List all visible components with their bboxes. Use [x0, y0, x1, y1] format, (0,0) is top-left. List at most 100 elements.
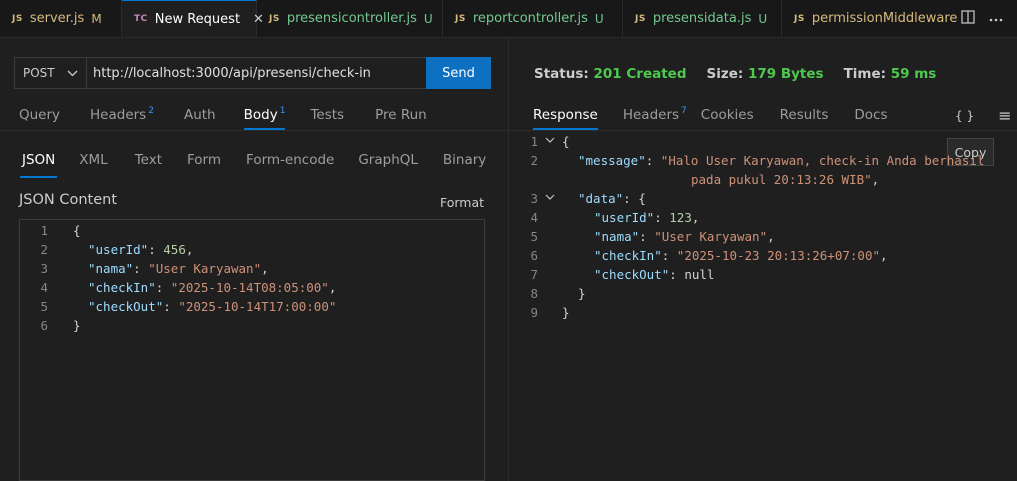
- tab-git-status: U: [758, 11, 768, 26]
- time-info: Time: 59 ms: [843, 66, 937, 82]
- line-number: 9: [530, 305, 538, 320]
- tab-reportcontroller-js[interactable]: JS reportcontroller.js U: [443, 0, 623, 37]
- headers-count-badge: 2: [148, 106, 154, 116]
- send-button[interactable]: Send: [426, 57, 491, 89]
- line-number: 3: [530, 191, 538, 206]
- js-file-icon: JS: [635, 13, 646, 24]
- body-type-text[interactable]: Text: [135, 152, 162, 178]
- split-editor-icon[interactable]: [961, 9, 975, 28]
- code-line: }: [562, 305, 570, 320]
- line-number: 5: [40, 299, 48, 314]
- request-body-editor[interactable]: 1 2 3 4 5 6 { "userId": 456, "nama": "Us…: [19, 219, 485, 481]
- tab-body[interactable]: Body 1: [243, 100, 286, 130]
- body-type-tabs: JSON XML Text Form Form-encode GraphQL B…: [19, 152, 486, 178]
- line-number: 1: [530, 134, 538, 149]
- body-type-binary[interactable]: Binary: [443, 152, 486, 178]
- tab-server-js[interactable]: JS server.js M: [0, 0, 122, 37]
- code-line: }: [73, 318, 81, 333]
- fold-chevron-icon[interactable]: [545, 132, 555, 151]
- tab-response-headers[interactable]: Headers 7: [623, 100, 687, 130]
- status-value: 201 Created: [593, 66, 687, 82]
- js-file-icon: JS: [269, 13, 280, 24]
- tab-presensicontroller-js[interactable]: JS presensicontroller.js U: [257, 0, 443, 37]
- http-method-select[interactable]: POST: [14, 57, 86, 89]
- editor-tab-bar: JS server.js M TC New Request ✕ JS prese…: [0, 0, 1017, 38]
- braces-icon[interactable]: { }: [955, 109, 974, 123]
- menu-icon[interactable]: ≡: [998, 106, 1011, 125]
- code-line: "message": "Halo User Karyawan, check-in…: [578, 153, 985, 168]
- body-type-form-encode[interactable]: Form-encode: [246, 152, 334, 178]
- body-count-badge: 1: [279, 106, 286, 116]
- time-value: 59 ms: [890, 66, 937, 82]
- thunder-client-icon: TC: [134, 14, 148, 24]
- size-value: 179 Bytes: [747, 66, 824, 82]
- tab-label: presensidata.js: [652, 11, 752, 26]
- line-number: 2: [40, 242, 48, 257]
- tab-docs[interactable]: Docs: [854, 100, 887, 130]
- code-line: pada pukul 20:13:26 WIB",: [691, 172, 880, 187]
- line-number: 4: [530, 210, 538, 225]
- more-actions-icon[interactable]: [989, 11, 1003, 26]
- response-headers-count-badge: 7: [681, 106, 687, 116]
- request-tabs: Query Headers 2 Auth Body 1 Tests Pre Run: [19, 100, 427, 130]
- tab-auth[interactable]: Auth: [184, 100, 216, 130]
- format-button[interactable]: Format: [440, 195, 484, 210]
- tab-bar-actions: [957, 0, 1017, 37]
- body-type-graphql[interactable]: GraphQL: [358, 152, 418, 178]
- tab-git-status: U: [423, 11, 433, 26]
- json-content-label: JSON Content: [19, 192, 118, 208]
- chevron-down-icon: [67, 66, 78, 80]
- tab-pre-run[interactable]: Pre Run: [375, 100, 427, 130]
- url-input[interactable]: http://localhost:3000/api/presensi/check…: [86, 57, 427, 89]
- code-line: "checkOut": "2025-10-14T17:00:00": [88, 299, 337, 314]
- line-number: 1: [40, 223, 48, 238]
- code-line: {: [562, 134, 570, 149]
- tab-label: permissionMiddleware.js: [811, 11, 972, 26]
- tab-cookies[interactable]: Cookies: [701, 100, 754, 130]
- line-number: 6: [530, 248, 538, 263]
- line-number: 2: [530, 153, 538, 168]
- tab-presensidata-js[interactable]: JS presensidata.js U: [623, 0, 782, 37]
- js-file-icon: JS: [794, 13, 805, 24]
- line-number: 7: [530, 267, 538, 282]
- js-file-icon: JS: [12, 13, 23, 24]
- size-info: Size: 179 Bytes: [706, 66, 824, 82]
- code-line: "nama": "User Karyawan",: [88, 261, 269, 276]
- http-method-value: POST: [23, 66, 55, 80]
- response-tabs-divider: [509, 130, 1017, 131]
- tab-label: reportcontroller.js: [472, 11, 588, 26]
- tab-query[interactable]: Query: [19, 100, 60, 130]
- fold-chevron-icon[interactable]: [545, 189, 555, 208]
- pane-divider[interactable]: [508, 38, 509, 481]
- line-number: 8: [530, 286, 538, 301]
- code-line: }: [578, 286, 586, 301]
- js-file-icon: JS: [455, 13, 466, 24]
- code-line: "nama": "User Karyawan",: [594, 229, 775, 244]
- tab-tests[interactable]: Tests: [310, 100, 344, 130]
- tab-new-request[interactable]: TC New Request ✕: [122, 0, 264, 37]
- response-status-bar: Status: 201 Created Size: 179 Bytes Time…: [534, 66, 936, 82]
- tab-results[interactable]: Results: [780, 100, 829, 130]
- tab-label: presensicontroller.js: [286, 11, 417, 26]
- tab-label: New Request: [154, 11, 241, 27]
- code-line: "checkOut": null: [594, 267, 715, 282]
- code-line: "data": {: [578, 191, 646, 206]
- code-line: "checkIn": "2025-10-14T08:05:00",: [88, 280, 337, 295]
- line-number: 4: [40, 280, 48, 295]
- tab-response[interactable]: Response: [533, 100, 598, 130]
- tab-git-status: M: [91, 11, 102, 26]
- code-line: {: [73, 223, 81, 238]
- tab-label: server.js: [29, 11, 85, 26]
- response-view-options: { } ≡: [955, 106, 1012, 125]
- body-type-form[interactable]: Form: [187, 152, 221, 178]
- line-number: 5: [530, 229, 538, 244]
- code-line: "userId": 123,: [594, 210, 700, 225]
- code-line: "checkIn": "2025-10-23 20:13:26+07:00",: [594, 248, 888, 263]
- body-type-xml[interactable]: XML: [79, 152, 107, 178]
- response-tabs: Response Headers 7 Cookies Results Docs: [533, 100, 888, 130]
- tab-permissionmiddleware-js[interactable]: JS permissionMiddleware.js: [782, 0, 982, 37]
- tab-headers[interactable]: Headers 2: [90, 100, 154, 130]
- body-type-json[interactable]: JSON: [19, 152, 58, 178]
- tab-git-status: U: [594, 11, 604, 26]
- line-number: 3: [40, 261, 48, 276]
